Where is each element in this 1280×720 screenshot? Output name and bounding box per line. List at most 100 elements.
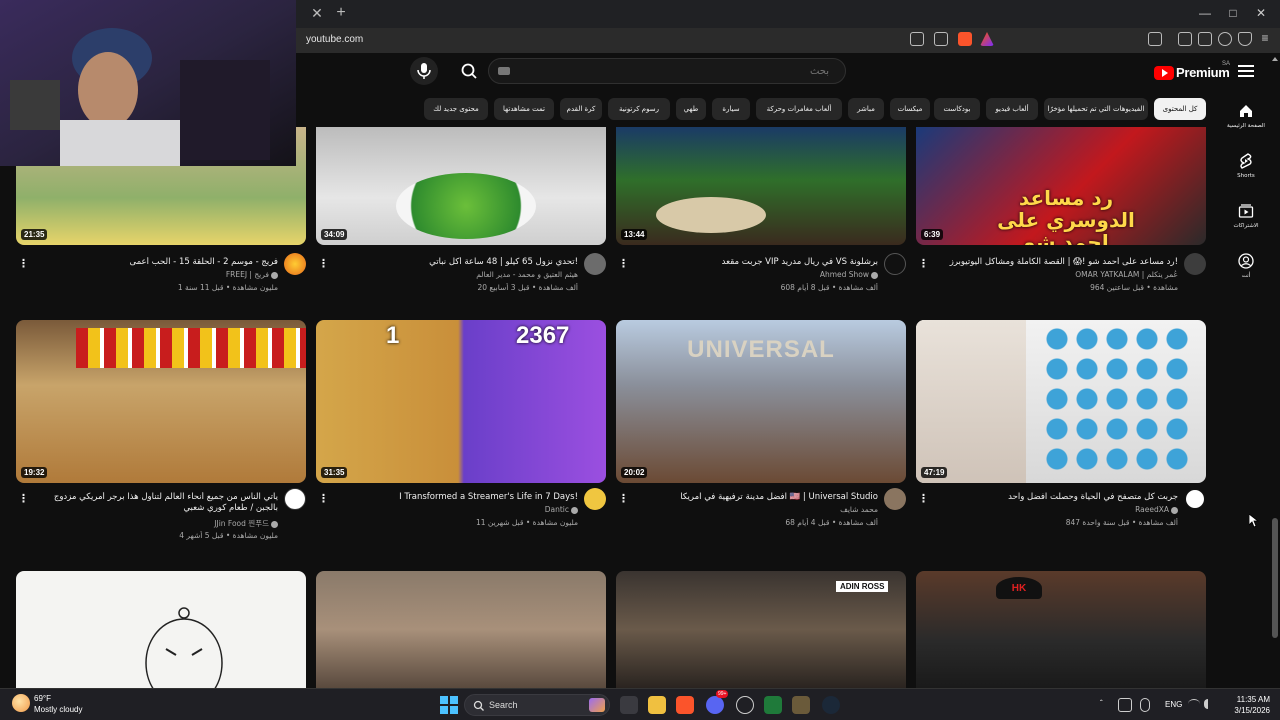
video-title[interactable]: I Transformed a Streamer's Life in 7 Day…: [333, 492, 578, 503]
volume-icon[interactable]: [1204, 699, 1214, 709]
share-icon[interactable]: [934, 32, 948, 46]
taskbar-search[interactable]: Search: [464, 694, 610, 716]
game-app-icon[interactable]: [792, 696, 810, 714]
chip-new-to-you[interactable]: محتوى جديد لك: [424, 98, 488, 120]
chip-watched[interactable]: تمت مشاهدتها: [494, 98, 554, 120]
video-thumbnail[interactable]: 34:09: [316, 127, 606, 245]
video-title[interactable]: جربت مقعد VIP في ريال مدريد VS برشلونة: [633, 257, 878, 268]
chip-cooking[interactable]: طهي: [676, 98, 706, 120]
weather-temperature[interactable]: 69°F: [34, 694, 51, 703]
video-thumbnail[interactable]: UNIVERSAL 20:02: [616, 320, 906, 483]
video-thumbnail[interactable]: ADIN ROSS: [616, 571, 906, 688]
video-title[interactable]: فريج - موسم 2 - الحلقة 15 - الحب أعمى: [33, 257, 278, 268]
chip-video-games[interactable]: ألعاب فيديو: [986, 98, 1038, 120]
more-options-icon[interactable]: ⋮: [318, 492, 329, 506]
brave-browser-icon[interactable]: [676, 696, 694, 714]
video-thumbnail[interactable]: 1 2367 31:35: [316, 320, 606, 483]
hamburger-menu-icon[interactable]: [1238, 65, 1254, 79]
video-thumbnail[interactable]: رد مساعد الدوسري على احمد شو 6:39: [916, 127, 1206, 245]
scrollbar-thumb[interactable]: [1272, 518, 1278, 638]
channel-name[interactable]: Dantic: [333, 505, 578, 514]
brave-shields-icon[interactable]: [958, 32, 972, 46]
chip-mixes[interactable]: ميكسات: [890, 98, 930, 120]
spreadsheet-icon[interactable]: [764, 696, 782, 714]
channel-avatar[interactable]: [884, 488, 906, 510]
brave-rewards-icon[interactable]: [980, 32, 994, 46]
chip-podcasts[interactable]: بودكاست: [934, 98, 980, 120]
close-window-button[interactable]: ✕: [1250, 4, 1272, 22]
channel-avatar[interactable]: [284, 488, 306, 510]
channel-name[interactable]: Ahmed Show: [633, 270, 878, 279]
guide-item-shorts[interactable]: Shorts: [1224, 153, 1268, 201]
browser-menu-icon[interactable]: ≡: [1258, 32, 1272, 46]
task-view-icon[interactable]: [620, 696, 638, 714]
channel-name[interactable]: OMAR YATKALAM | عُمر يتكلم: [933, 270, 1178, 279]
channel-name[interactable]: RaeedXA: [933, 505, 1178, 514]
channel-avatar[interactable]: [1184, 488, 1206, 510]
more-options-icon[interactable]: ⋮: [18, 257, 29, 271]
url-field[interactable]: youtube.com: [306, 34, 363, 45]
guide-item-you[interactable]: أنت: [1224, 253, 1268, 301]
keyboard-icon[interactable]: [498, 67, 510, 75]
minimize-button[interactable]: —: [1194, 4, 1216, 22]
channel-name[interactable]: JJin Food 찐푸드: [33, 518, 278, 529]
windows-start-icon[interactable]: [440, 696, 458, 714]
video-title[interactable]: افضل مدينة ترفيهية في امريكا 🇺🇸 | Univer…: [633, 492, 878, 503]
video-thumbnail[interactable]: [16, 571, 306, 688]
discord-icon[interactable]: 99+: [706, 690, 729, 714]
video-title[interactable]: رد مساعد على أحمد شو !😱 | القصة الكاملة …: [933, 257, 1178, 268]
video-title[interactable]: جربت كل متصفح في الحياة وحصلت افضل واحد: [933, 492, 1178, 503]
voice-search-button[interactable]: [410, 57, 438, 85]
chip-recently-uploaded[interactable]: الفيديوهات التي تم تحميلها مؤخرًا: [1044, 98, 1148, 120]
tray-overflow-icon[interactable]: ˆ: [1100, 699, 1103, 708]
microphone-tray-icon[interactable]: [1140, 698, 1150, 712]
more-options-icon[interactable]: ⋮: [618, 257, 629, 271]
guide-item-subscriptions[interactable]: الاشتراكات: [1224, 203, 1268, 251]
search-input[interactable]: [519, 59, 829, 83]
wallet-icon[interactable]: [1198, 32, 1212, 46]
chip-cartoons[interactable]: رسوم كرتونية: [608, 98, 670, 120]
chip-cars[interactable]: سيارة: [712, 98, 750, 120]
video-title[interactable]: يأتي الناس من جميع أنحاء العالم لتناول ه…: [33, 492, 278, 516]
steam-icon[interactable]: [822, 696, 840, 714]
download-icon[interactable]: [1218, 32, 1232, 46]
wifi-icon[interactable]: [1188, 699, 1200, 709]
reader-mode-icon[interactable]: [1148, 32, 1162, 46]
search-box[interactable]: [488, 58, 846, 84]
tray-app-icon[interactable]: [1118, 698, 1132, 712]
search-button[interactable]: [452, 57, 486, 85]
chip-action-adventure[interactable]: ألعاب مغامرات وحركة: [756, 98, 842, 120]
page-scrollbar[interactable]: [1270, 53, 1280, 688]
language-indicator[interactable]: ENG: [1165, 700, 1182, 709]
video-thumbnail[interactable]: HK: [916, 571, 1206, 688]
youtube-logo[interactable]: Premium SA: [1154, 61, 1234, 81]
cast-icon[interactable]: [910, 32, 924, 46]
video-title[interactable]: تحدي نزول 65 كيلو | 48 ساعة أكل نباتي!: [333, 257, 578, 268]
more-options-icon[interactable]: ⋮: [918, 492, 929, 506]
weather-icon[interactable]: [12, 694, 30, 712]
channel-avatar[interactable]: [584, 488, 606, 510]
more-options-icon[interactable]: ⋮: [18, 492, 29, 506]
video-thumbnail[interactable]: 47:19: [916, 320, 1206, 483]
maximize-button[interactable]: □: [1222, 4, 1244, 22]
tab-close-button[interactable]: ✕: [308, 4, 326, 22]
channel-avatar[interactable]: [1184, 253, 1206, 275]
video-thumbnail[interactable]: 13:44: [616, 127, 906, 245]
chip-football[interactable]: كرة القدم: [560, 98, 602, 120]
chip-all[interactable]: كل المحتوى: [1154, 98, 1206, 120]
channel-avatar[interactable]: [584, 253, 606, 275]
video-thumbnail[interactable]: 19:32: [16, 320, 306, 483]
channel-avatar[interactable]: [884, 253, 906, 275]
scroll-up-arrow-icon[interactable]: [1272, 57, 1278, 61]
more-options-icon[interactable]: ⋮: [618, 492, 629, 506]
more-options-icon[interactable]: ⋮: [318, 257, 329, 271]
sidebar-icon[interactable]: [1178, 32, 1192, 46]
channel-name[interactable]: هيثم العتيق و محمد - مدير العالم: [333, 270, 578, 279]
file-explorer-icon[interactable]: [648, 696, 666, 714]
new-tab-button[interactable]: +: [332, 4, 350, 22]
channel-avatar[interactable]: [284, 253, 306, 275]
guide-item-home[interactable]: الصفحة الرئيسية: [1224, 103, 1268, 151]
taskbar-clock[interactable]: 11:35 AM 3/15/2026: [1218, 694, 1270, 716]
channel-name[interactable]: FREEJ | فريج: [33, 270, 278, 279]
vpn-icon[interactable]: [1238, 32, 1252, 46]
